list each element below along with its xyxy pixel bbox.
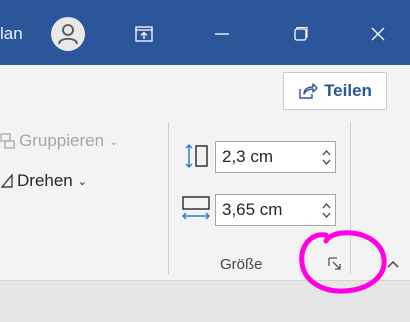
chevron-up-icon[interactable] xyxy=(322,149,331,156)
share-icon xyxy=(299,83,318,99)
chevron-down-icon[interactable] xyxy=(322,212,331,218)
group-divider xyxy=(168,122,169,274)
group-objects-button[interactable]: Gruppieren ⌄ xyxy=(0,131,118,151)
group-label: Gruppieren xyxy=(19,131,105,150)
shape-width-value: 3,65 cm xyxy=(222,200,283,219)
chevron-down-icon[interactable] xyxy=(322,159,331,165)
minimize-icon xyxy=(215,33,229,35)
share-button[interactable]: Teilen xyxy=(283,72,387,110)
ribbon-display-icon xyxy=(135,26,153,42)
size-group-label: Größe xyxy=(220,256,263,273)
title-bar: lan xyxy=(0,0,410,65)
width-spinner[interactable] xyxy=(317,202,335,218)
height-spinner[interactable] xyxy=(317,149,335,165)
user-avatar[interactable] xyxy=(51,17,85,51)
restore-button[interactable] xyxy=(274,12,326,56)
minimize-button[interactable] xyxy=(196,12,248,56)
user-name: lan xyxy=(0,24,23,43)
collapse-ribbon-icon[interactable] xyxy=(386,258,400,270)
document-area-edge xyxy=(0,280,410,322)
shape-height-value: 2,3 cm xyxy=(222,147,274,166)
ribbon-display-options-button[interactable] xyxy=(118,12,170,56)
shape-height-field[interactable]: 2,3 cm xyxy=(215,141,336,173)
shape-width-icon xyxy=(181,196,211,220)
chevron-down-icon: ⌄ xyxy=(109,135,119,148)
close-icon xyxy=(371,27,385,41)
rotate-label: Drehen xyxy=(17,171,73,190)
share-label: Teilen xyxy=(324,81,372,100)
person-icon xyxy=(58,24,78,45)
close-button[interactable] xyxy=(352,12,404,56)
restore-icon xyxy=(294,26,308,41)
shape-width-field[interactable]: 3,65 cm xyxy=(215,194,336,226)
shape-height-icon xyxy=(185,143,208,169)
rotate-icon xyxy=(0,173,13,188)
dialog-launcher-icon[interactable] xyxy=(327,256,343,272)
rotate-button[interactable]: Drehen ⌄ xyxy=(0,171,87,191)
group-divider xyxy=(350,122,351,274)
chevron-up-icon[interactable] xyxy=(322,202,331,209)
chevron-down-icon: ⌄ xyxy=(77,175,87,188)
group-icon xyxy=(0,133,15,149)
